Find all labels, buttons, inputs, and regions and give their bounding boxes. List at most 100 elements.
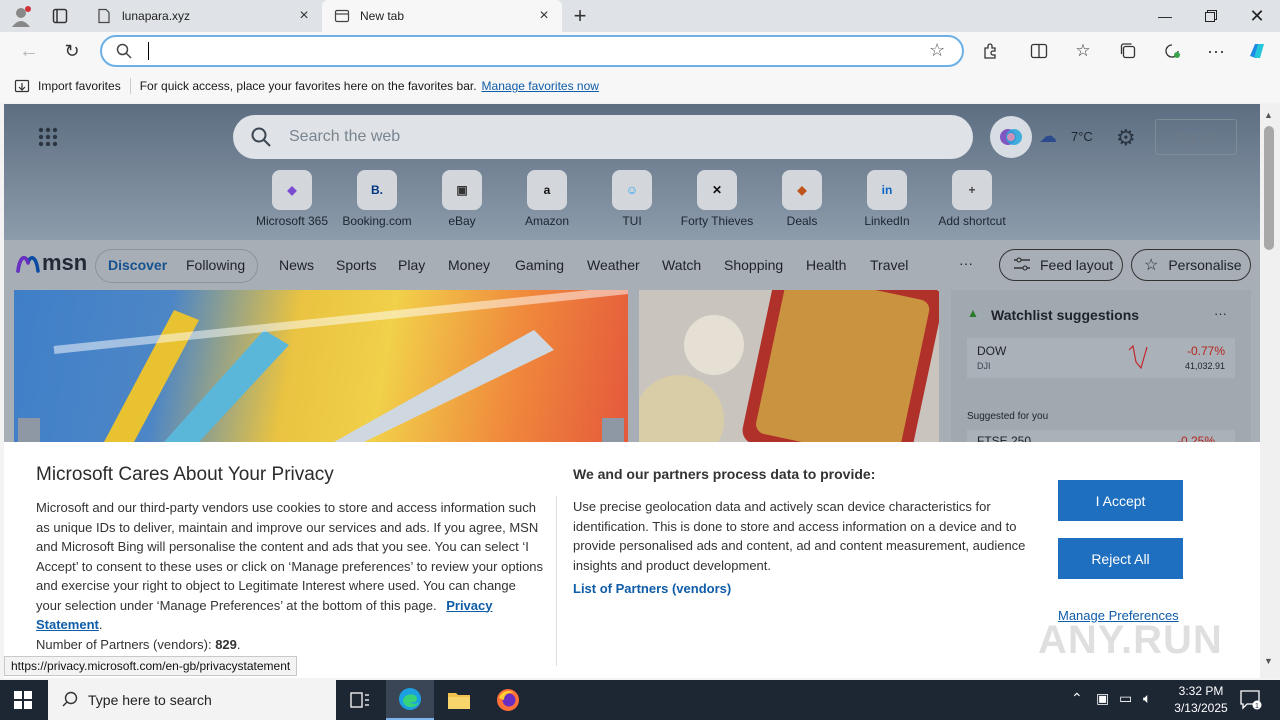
nav-weather[interactable]: Weather <box>587 257 640 273</box>
shortcut-amazon[interactable]: a Amazon <box>507 170 587 228</box>
shortcut-label: LinkedIn <box>864 214 910 228</box>
taskbar-search-box[interactable]: Type here to search <box>48 680 336 720</box>
anyrun-watermark: ANY.RUN <box>1038 618 1223 662</box>
minimize-button[interactable]: — <box>1142 0 1188 32</box>
shortcut-tile-icon: ◆ <box>272 170 312 210</box>
nav-watch[interactable]: Watch <box>662 257 701 273</box>
carousel-prev-button[interactable] <box>18 418 40 442</box>
nav-more-icon[interactable]: ··· <box>959 255 973 271</box>
shortcut-booking-com[interactable]: B. Booking.com <box>337 170 417 228</box>
shortcut-label: Add shortcut <box>938 214 1006 228</box>
copilot-icon[interactable] <box>1246 40 1268 62</box>
msn-logo[interactable]: msn <box>16 250 87 276</box>
partners-list-link[interactable]: List of Partners (vendors) <box>573 581 731 596</box>
notifications-icon[interactable]: 1 <box>1240 690 1262 713</box>
copilot-button[interactable] <box>990 116 1032 158</box>
weather-icon[interactable]: ☁ <box>1039 126 1057 147</box>
apps-launcher-icon[interactable] <box>38 127 58 150</box>
page-scrollbar[interactable]: ▲ ▼ <box>1260 104 1280 678</box>
new-tab-button[interactable]: + <box>569 3 591 29</box>
personalise-button[interactable]: ☆ Personalise <box>1131 249 1251 281</box>
performance-icon[interactable] <box>1161 40 1183 62</box>
shortcut-linkedin[interactable]: in LinkedIn <box>847 170 927 228</box>
network-cables-image[interactable] <box>14 290 628 442</box>
close-window-button[interactable]: ✕ <box>1234 0 1280 32</box>
stock-price: 41,032.91 <box>1184 361 1225 371</box>
settings-more-icon[interactable]: ··· <box>1205 40 1227 62</box>
favorites-bar-message: For quick access, place your favorites h… <box>139 79 477 93</box>
split-screen-icon[interactable] <box>1028 40 1050 62</box>
tab-discover[interactable]: Discover <box>108 257 167 273</box>
personalise-label: Personalise <box>1168 257 1242 273</box>
edge-taskbar-icon[interactable] <box>386 680 434 720</box>
favorites-icon[interactable]: ☆ <box>1072 40 1094 62</box>
restore-button[interactable] <box>1188 0 1234 32</box>
tab-following[interactable]: Following <box>186 257 245 273</box>
volume-icon[interactable]: 🔈︎ <box>1143 690 1151 707</box>
tab-title: New tab <box>360 9 405 23</box>
page-settings-icon[interactable]: ⚙ <box>1116 125 1136 151</box>
watchlist-more-icon[interactable]: ··· <box>1214 306 1227 321</box>
file-explorer-icon[interactable] <box>447 689 471 714</box>
nav-play[interactable]: Play <box>398 257 425 273</box>
close-tab-icon[interactable]: × <box>536 8 552 24</box>
clock-time[interactable]: 3:32 PM <box>1173 684 1229 698</box>
feed-layout-button[interactable]: Feed layout <box>999 249 1123 281</box>
tray-chevron-icon[interactable]: ⌃ <box>1071 690 1083 707</box>
close-tab-icon[interactable]: × <box>296 8 312 24</box>
scroll-up-arrow[interactable]: ▲ <box>1264 110 1273 120</box>
nav-gaming[interactable]: Gaming <box>515 257 564 273</box>
taskbar-search-icon <box>62 691 78 710</box>
shortcut-tui[interactable]: ☺ TUI <box>592 170 672 228</box>
collections-icon[interactable] <box>1117 40 1139 62</box>
web-search-box[interactable]: Search the web <box>233 115 973 159</box>
shortcut-tile-icon: ✕ <box>697 170 737 210</box>
start-button-icon[interactable] <box>14 691 32 712</box>
shortcut-forty-thieves[interactable]: ✕ Forty Thieves <box>677 170 757 228</box>
address-input[interactable] <box>148 42 149 60</box>
shortcut-deals[interactable]: ◆ Deals <box>762 170 842 228</box>
sign-in-button[interactable]: Sign in <box>1155 119 1237 155</box>
back-icon[interactable]: ← <box>18 40 40 62</box>
import-favorites-icon[interactable] <box>14 78 30 94</box>
clock-date[interactable]: 3/13/2025 <box>1167 701 1235 715</box>
firefox-icon[interactable] <box>496 688 520 715</box>
nav-sports[interactable]: Sports <box>336 257 376 273</box>
personalise-icon: ☆ <box>1144 257 1159 274</box>
scrollbar-thumb[interactable] <box>1264 126 1274 250</box>
tab-lunapara[interactable]: lunapara.xyz × <box>84 0 322 32</box>
import-favorites-button[interactable]: Import favorites <box>38 79 121 93</box>
profile-icon[interactable] <box>10 5 32 27</box>
nav-travel[interactable]: Travel <box>870 257 908 273</box>
food-dish-image[interactable] <box>639 290 939 442</box>
privacy-body-text: Microsoft and our third-party vendors us… <box>36 500 544 613</box>
tab-actions-icon[interactable] <box>52 8 68 24</box>
manage-favorites-link[interactable]: Manage favorites now <box>482 79 599 93</box>
tab-new-tab[interactable]: New tab × <box>322 0 562 32</box>
nav-money[interactable]: Money <box>448 257 490 273</box>
feed-layout-label: Feed layout <box>1040 257 1114 273</box>
reject-all-button[interactable]: Reject All <box>1058 538 1183 579</box>
shortcut-ebay[interactable]: ▣ eBay <box>422 170 502 228</box>
nav-shopping[interactable]: Shopping <box>724 257 783 273</box>
shortcut-microsoft-365[interactable]: ◆ Microsoft 365 <box>252 170 332 228</box>
shortcut-label: Microsoft 365 <box>255 214 329 228</box>
extensions-icon[interactable] <box>980 40 1002 62</box>
favorite-star-icon[interactable]: ☆ <box>929 40 945 61</box>
nav-news[interactable]: News <box>279 257 314 273</box>
weather-temperature[interactable]: 7°C <box>1071 129 1093 144</box>
shortcut-tile-icon: ☺ <box>612 170 652 210</box>
shortcut-tile-icon: ◆ <box>782 170 822 210</box>
shortcut-add-shortcut[interactable]: + Add shortcut <box>932 170 1012 228</box>
carousel-next-button[interactable] <box>602 418 624 442</box>
partners-count-label: Number of Partners (vendors): <box>36 636 212 652</box>
nav-health[interactable]: Health <box>806 257 846 273</box>
task-view-icon[interactable] <box>350 691 370 712</box>
tray-device-icon[interactable]: ▣ <box>1096 690 1109 707</box>
scroll-down-arrow[interactable]: ▼ <box>1264 656 1273 666</box>
refresh-icon[interactable]: ↻ <box>61 40 83 62</box>
address-bar[interactable]: ☆ <box>100 35 964 67</box>
stock-row-dow[interactable]: DOW DJI -0.77% 41,032.91 <box>967 338 1235 378</box>
network-icon[interactable]: ▭ <box>1119 690 1132 707</box>
accept-button[interactable]: I Accept <box>1058 480 1183 521</box>
